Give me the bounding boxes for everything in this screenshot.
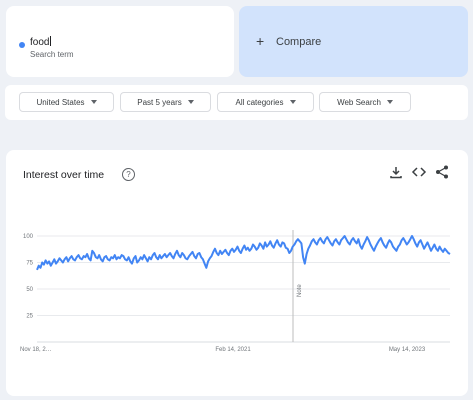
x-tick-label: Nov 18, 2… [20, 347, 52, 353]
text-cursor [50, 36, 52, 46]
y-tick-label: 75 [26, 261, 33, 267]
caret-down-icon [386, 100, 393, 104]
search-term-card[interactable]: food Search term [6, 6, 234, 77]
filter-region[interactable]: United States [19, 92, 114, 112]
interest-chart: Note 25 50 75 100 Nov 18, 2… Feb 14, 2021 May… [20, 230, 451, 353]
caret-down-icon [187, 100, 194, 104]
filter-time-range[interactable]: Past 5 years [120, 92, 211, 112]
search-term-subtitle: Search term [30, 50, 74, 59]
x-tick-label: Feb 14, 2021 [215, 347, 251, 353]
caret-down-icon [289, 100, 296, 104]
x-tick-label: May 14, 2023 [389, 347, 426, 353]
note-label: Note [297, 284, 303, 297]
filter-bar: United States Past 5 years All categorie… [5, 85, 468, 120]
y-tick-label: 25 [26, 314, 33, 320]
search-term-value: food [30, 37, 50, 48]
filter-region-label: United States [36, 97, 85, 107]
compare-label: Compare [276, 36, 322, 48]
y-tick-label: 50 [26, 287, 33, 293]
caret-down-icon [90, 100, 97, 104]
filter-search-type-label: Web Search [337, 97, 381, 107]
y-tick-label: 100 [23, 234, 34, 240]
filter-time-range-label: Past 5 years [137, 97, 182, 107]
interest-over-time-card: Interest over time ? Note 25 50 75 100 Nov … [6, 150, 468, 396]
filter-category-label: All categories [235, 97, 284, 107]
filter-category[interactable]: All categories [217, 92, 314, 112]
series-line [36, 235, 451, 271]
series-color-dot [19, 42, 25, 48]
plus-icon: + [256, 33, 265, 49]
compare-button[interactable]: + Compare [239, 6, 468, 77]
search-term-input[interactable]: food [30, 36, 52, 48]
filter-search-type[interactable]: Web Search [319, 92, 411, 112]
